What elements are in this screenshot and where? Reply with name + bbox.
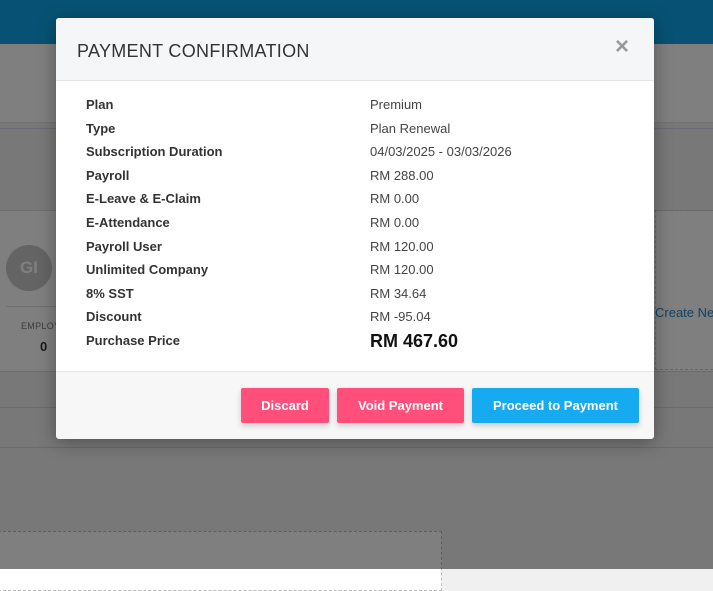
row-label: Purchase Price	[86, 332, 180, 348]
modal-title: PAYMENT CONFIRMATION	[77, 41, 310, 61]
void-payment-button[interactable]: Void Payment	[337, 388, 464, 423]
row-value: RM 120.00	[370, 262, 434, 278]
payment-confirmation-modal: PAYMENT CONFIRMATION × Plan Premium Type…	[56, 18, 654, 439]
row-label: E-Attendance	[86, 214, 170, 230]
modal-header: PAYMENT CONFIRMATION ×	[56, 18, 654, 81]
row-value: RM 288.00	[370, 167, 434, 183]
row-value: Premium	[370, 97, 423, 112]
row-value: 04/03/2025 - 03/03/2026	[370, 144, 512, 160]
row-label: Plan	[86, 97, 114, 112]
summary-row-purchase-price: Purchase Price RM 467.60	[86, 330, 626, 357]
row-label: Payroll	[86, 167, 130, 183]
close-icon[interactable]: ×	[613, 35, 631, 59]
summary-row-sst: 8% SST RM 34.64	[86, 286, 626, 310]
summary-row-discount: Discount RM -95.04	[86, 309, 626, 333]
summary-row-eleave: E-Leave & E-Claim RM 0.00	[86, 191, 626, 215]
proceed-to-payment-button[interactable]: Proceed to Payment	[472, 388, 639, 423]
summary-row-type: Type Plan Renewal	[86, 121, 626, 145]
row-label: Type	[86, 120, 116, 136]
summary-row-plan: Plan Premium	[86, 97, 626, 121]
total-price: RM 467.60	[370, 330, 459, 351]
row-label: Subscription Duration	[86, 144, 223, 160]
summary-row-eattendance: E-Attendance RM 0.00	[86, 215, 626, 239]
row-value: RM 120.00	[370, 238, 434, 254]
row-value: RM -95.04	[370, 309, 431, 325]
row-label: Payroll User	[86, 238, 162, 254]
summary-row-payroll-user: Payroll User RM 120.00	[86, 239, 626, 263]
row-label: Discount	[86, 309, 142, 325]
modal-footer: Discard Void Payment Proceed to Payment	[56, 371, 654, 439]
summary-row-payroll: Payroll RM 288.00	[86, 168, 626, 192]
row-value: RM 0.00	[370, 191, 420, 207]
row-value: RM 34.64	[370, 285, 427, 301]
summary-row-unlimited-company: Unlimited Company RM 120.00	[86, 262, 626, 286]
summary-table: Plan Premium Type Plan Renewal Subscript…	[86, 97, 626, 357]
row-value: Plan Renewal	[370, 120, 451, 136]
discard-button[interactable]: Discard	[241, 388, 329, 423]
row-value: RM 0.00	[370, 214, 420, 230]
row-label: Unlimited Company	[86, 262, 209, 278]
summary-row-duration: Subscription Duration 04/03/2025 - 03/03…	[86, 144, 626, 168]
row-label: E-Leave & E-Claim	[86, 191, 201, 207]
row-label: 8% SST	[86, 285, 134, 301]
